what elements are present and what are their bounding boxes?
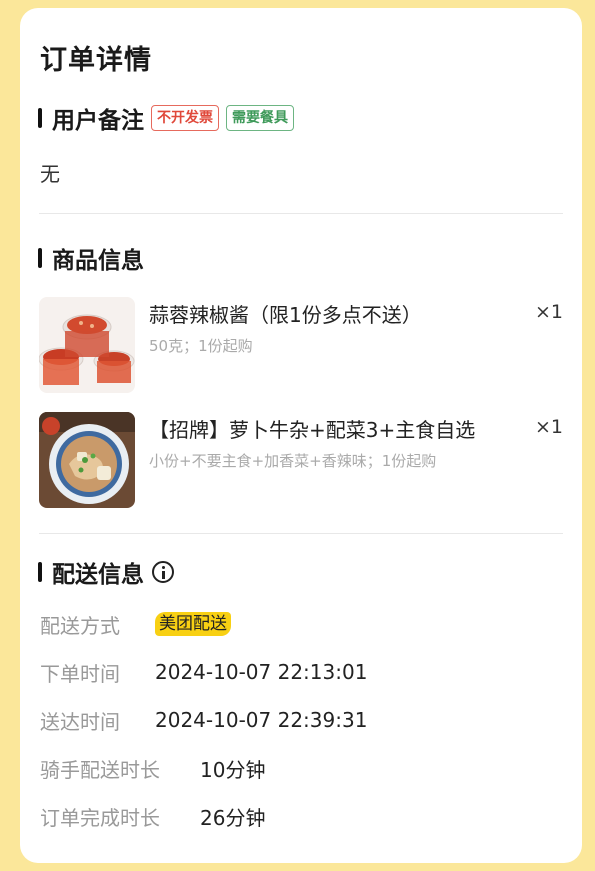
row-value: 26分钟 [200,805,266,830]
goods-section-title: 商品信息 [52,248,144,274]
row-value: 10分钟 [200,757,266,782]
delivered-time-row: 送达时间 2024-10-07 22:39:31 [40,705,367,735]
beef-offal-bowl-image [39,412,135,508]
row-label: 配送方式 [40,613,120,638]
order-detail-card: 订单详情 用户备注 不开发票 需要餐具 无 商品信息 蒜蓉辣椒酱（限1份多点不送… [20,8,582,863]
order-time-row: 下单时间 2024-10-07 22:13:01 [40,657,367,687]
product-spec: 小份+不要主食+加香菜+香辣味；1份起购 [149,452,437,470]
row-label: 下单时间 [40,661,120,686]
section-marker [38,562,42,582]
product-name: 蒜蓉辣椒酱（限1份多点不送） [149,303,422,327]
divider [39,213,563,214]
page-title: 订单详情 [40,45,152,76]
remark-text: 无 [40,162,60,186]
divider [39,533,563,534]
delivery-method-badge: 美团配送 [155,612,231,636]
product-quantity: ×1 [534,416,563,438]
completion-duration-row: 订单完成时长 26分钟 [40,801,265,831]
product-spec: 50克；1份起购 [149,337,253,355]
remark-section-header: 用户备注 不开发票 需要餐具 [38,103,294,134]
product-item[interactable]: 蒜蓉辣椒酱（限1份多点不送） 50克；1份起购 ×1 [39,297,563,395]
delivery-section-header: 配送信息 [38,557,174,588]
rider-duration-row: 骑手配送时长 10分钟 [40,753,265,783]
delivery-method-row: 配送方式 美团配送 [40,609,231,639]
row-value: 2024-10-07 22:13:01 [155,660,368,684]
section-marker [38,248,42,268]
product-quantity: ×1 [534,301,563,323]
info-icon[interactable] [152,561,174,583]
row-label: 骑手配送时长 [40,757,160,782]
row-value: 2024-10-07 22:39:31 [155,708,368,732]
need-tableware-tag: 需要餐具 [226,105,294,131]
row-label: 送达时间 [40,709,120,734]
chili-sauce-cups-image [39,297,135,393]
row-label: 订单完成时长 [40,805,160,830]
remark-section-title: 用户备注 [52,108,144,134]
product-item[interactable]: 【招牌】萝卜牛杂+配菜3+主食自选 小份+不要主食+加香菜+香辣味；1份起购 ×… [39,412,563,510]
section-marker [38,108,42,128]
delivery-section-title: 配送信息 [52,562,144,588]
no-invoice-tag: 不开发票 [151,105,219,131]
product-name: 【招牌】萝卜牛杂+配菜3+主食自选 [149,418,476,442]
goods-section-header: 商品信息 [38,243,144,274]
